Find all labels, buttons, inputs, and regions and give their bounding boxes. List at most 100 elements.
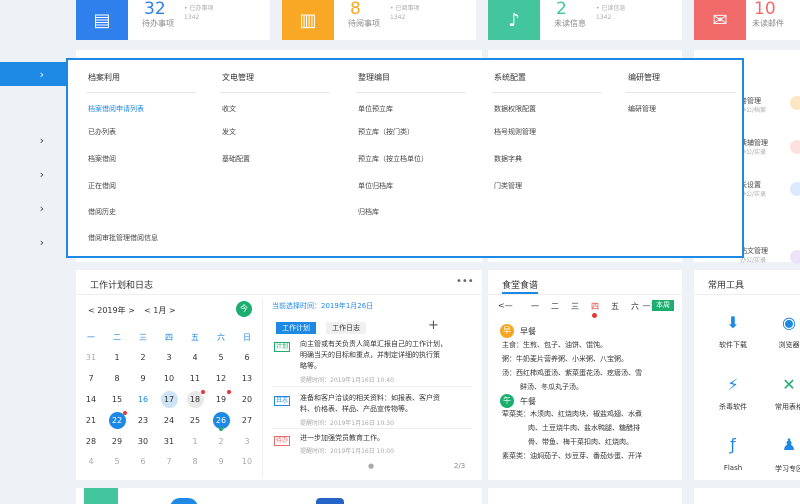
this-week-button[interactable]: 本周 <box>652 300 674 311</box>
stat-card-mail[interactable]: ✉ 10 未读邮件 <box>694 0 800 40</box>
calendar-day[interactable]: 10 <box>158 370 180 387</box>
menu-item[interactable]: 预立库（按立档单位） <box>358 154 428 164</box>
weekday-selected[interactable]: 四 <box>588 301 602 312</box>
menu-item[interactable]: 单位归档库 <box>358 181 393 191</box>
menu-item[interactable]: 编研管理 <box>628 104 656 114</box>
calendar-day[interactable]: 15 <box>106 391 128 408</box>
month-selector[interactable]: < 1月 > <box>144 305 176 316</box>
download-icon[interactable]: ⬇ <box>722 312 744 334</box>
shortcut-item[interactable]: 贴文管理 办公/实录 <box>740 246 768 266</box>
calendar-day[interactable]: 9 <box>210 453 232 470</box>
menu-item[interactable]: 借阅历史 <box>88 207 116 217</box>
stat-card-todo[interactable]: ▤ 32 待办事项 • 已办事项 1342 <box>76 0 270 40</box>
tool-label[interactable]: 学习专区 <box>764 464 800 474</box>
entry-text[interactable]: 进一步加强党员教育工作。 <box>300 433 384 444</box>
stat-card-toread[interactable]: ▥ 8 待阅事项 • 已阅事项 1342 <box>282 0 476 40</box>
menu-item[interactable]: 借阅审批管理借阅信息 <box>88 233 158 243</box>
study-icon[interactable]: ♟ <box>778 434 800 456</box>
weekday[interactable]: 三 <box>568 301 582 312</box>
menu-item[interactable]: 归档库 <box>358 207 379 217</box>
breakfast-icon: 早 <box>500 324 514 338</box>
more-icon[interactable]: ••• <box>456 276 474 287</box>
calendar-day[interactable]: 14 <box>80 391 102 408</box>
calendar-day[interactable]: 1 <box>106 349 128 366</box>
tool-label[interactable]: Flash <box>708 464 758 472</box>
work-plan-card: 工作计划和日志 ••• < 2019年 > < 1月 > 今 一二三四五六日 31… <box>76 270 482 480</box>
menu-item[interactable]: 已办列表 <box>88 127 116 137</box>
calendar-day[interactable]: 20 <box>236 391 258 408</box>
weekday[interactable]: 一 <box>528 301 542 312</box>
stat-card-messages[interactable]: ♪ 2 未读信息 • 已读信息 1342 <box>488 0 682 40</box>
weekday[interactable]: 二 <box>548 301 562 312</box>
sidebar-item[interactable]: › <box>0 128 66 152</box>
tab-work-plan[interactable]: 工作计划 <box>276 322 316 334</box>
calendar-day[interactable]: 5 <box>210 349 232 366</box>
entry-text[interactable]: 准备和客户洽谈的相关资料：如报表、客户资 料、价格表、样品、产品宣传物等。 <box>300 393 440 415</box>
menu-item[interactable]: 数据权限配置 <box>494 104 536 114</box>
tool-label[interactable]: 浏览器 <box>764 340 800 350</box>
menu-item[interactable]: 收文 <box>222 104 236 114</box>
calendar-day[interactable]: 2 <box>210 433 232 450</box>
today-button[interactable]: 今 <box>236 301 252 317</box>
menu-item[interactable]: 门类管理 <box>494 181 522 191</box>
calendar-day[interactable]: 21 <box>80 412 102 429</box>
menu-item[interactable]: 档案借阅 <box>88 154 116 164</box>
calendar-day[interactable]: 1 <box>184 433 206 450</box>
calendar-day[interactable]: 3 <box>158 349 180 366</box>
calendar-day[interactable]: 25 <box>184 412 206 429</box>
shortcut-item[interactable]: 读辅管理 办公/实录 <box>740 138 768 158</box>
calendar-day[interactable]: 6 <box>236 349 258 366</box>
tab-work-log[interactable]: 工作日志 <box>326 322 366 334</box>
menu-item[interactable]: 基础配置 <box>222 154 250 164</box>
tool-label[interactable]: 常用表格 <box>764 402 800 412</box>
calendar-day[interactable]: 8 <box>184 453 206 470</box>
calendar-day[interactable]: 17 <box>158 391 180 408</box>
prev-week-button[interactable]: <— <box>498 301 513 310</box>
add-button[interactable]: + <box>428 318 439 333</box>
entry-text[interactable]: 向主管或有关负责人简单汇报自己的工作计划， 明确当天的目标和重点，并制定详细的执行… <box>300 339 447 372</box>
menu-item[interactable]: 数据字典 <box>494 154 522 164</box>
sidebar-item-active[interactable]: › <box>0 62 66 86</box>
browser-icon[interactable]: ◉ <box>778 312 800 334</box>
calendar-day[interactable]: 30 <box>132 433 154 450</box>
menu-item[interactable]: 档号规则管理 <box>494 127 536 137</box>
calendar-day[interactable]: 4 <box>80 453 102 470</box>
calendar-day[interactable]: 31 <box>158 433 180 450</box>
calendar-day[interactable]: 8 <box>106 370 128 387</box>
menu-item[interactable]: 档案借阅申请列表 <box>88 104 144 114</box>
tool-label[interactable]: 软件下载 <box>708 340 758 350</box>
calendar-day[interactable]: 27 <box>236 412 258 429</box>
menu-item[interactable]: 正在借阅 <box>88 181 116 191</box>
calendar-day[interactable]: 29 <box>106 433 128 450</box>
sidebar-item[interactable]: › <box>0 162 66 186</box>
calendar-day[interactable]: 13 <box>236 370 258 387</box>
sidebar-item[interactable]: › <box>0 230 66 254</box>
year-selector[interactable]: < 2019年 > <box>88 305 135 316</box>
spreadsheet-icon[interactable]: ✕ <box>778 374 800 396</box>
calendar-day[interactable]: 16 <box>132 391 154 408</box>
weekday[interactable]: 五 <box>608 301 622 312</box>
calendar-day[interactable]: 23 <box>132 412 154 429</box>
sidebar-item[interactable]: › <box>0 196 66 220</box>
calendar-day[interactable]: 4 <box>184 349 206 366</box>
calendar-day[interactable]: 24 <box>158 412 180 429</box>
menu-item[interactable]: 发文 <box>222 127 236 137</box>
antivirus-icon[interactable]: ⚡ <box>722 374 744 396</box>
calendar-day[interactable]: 10 <box>236 453 258 470</box>
calendar-day[interactable]: 6 <box>132 453 154 470</box>
calendar-day[interactable]: 11 <box>184 370 206 387</box>
calendar-day[interactable]: 9 <box>132 370 154 387</box>
calendar-day[interactable]: 7 <box>80 370 102 387</box>
selected-day-dot <box>592 313 597 318</box>
tool-label[interactable]: 杀毒软件 <box>708 402 758 412</box>
calendar-day[interactable]: 28 <box>80 433 102 450</box>
calendar-day[interactable]: 5 <box>106 453 128 470</box>
menu-item[interactable]: 单位预立库 <box>358 104 393 114</box>
calendar-day[interactable]: 7 <box>158 453 180 470</box>
menu-item[interactable]: 预立库（按门类） <box>358 127 414 137</box>
calendar-day[interactable]: 12 <box>210 370 232 387</box>
calendar-day[interactable]: 2 <box>132 349 154 366</box>
calendar-day[interactable]: 3 <box>236 433 258 450</box>
flash-icon[interactable]: ƒ <box>722 434 744 456</box>
calendar-day[interactable]: 31 <box>80 349 102 366</box>
